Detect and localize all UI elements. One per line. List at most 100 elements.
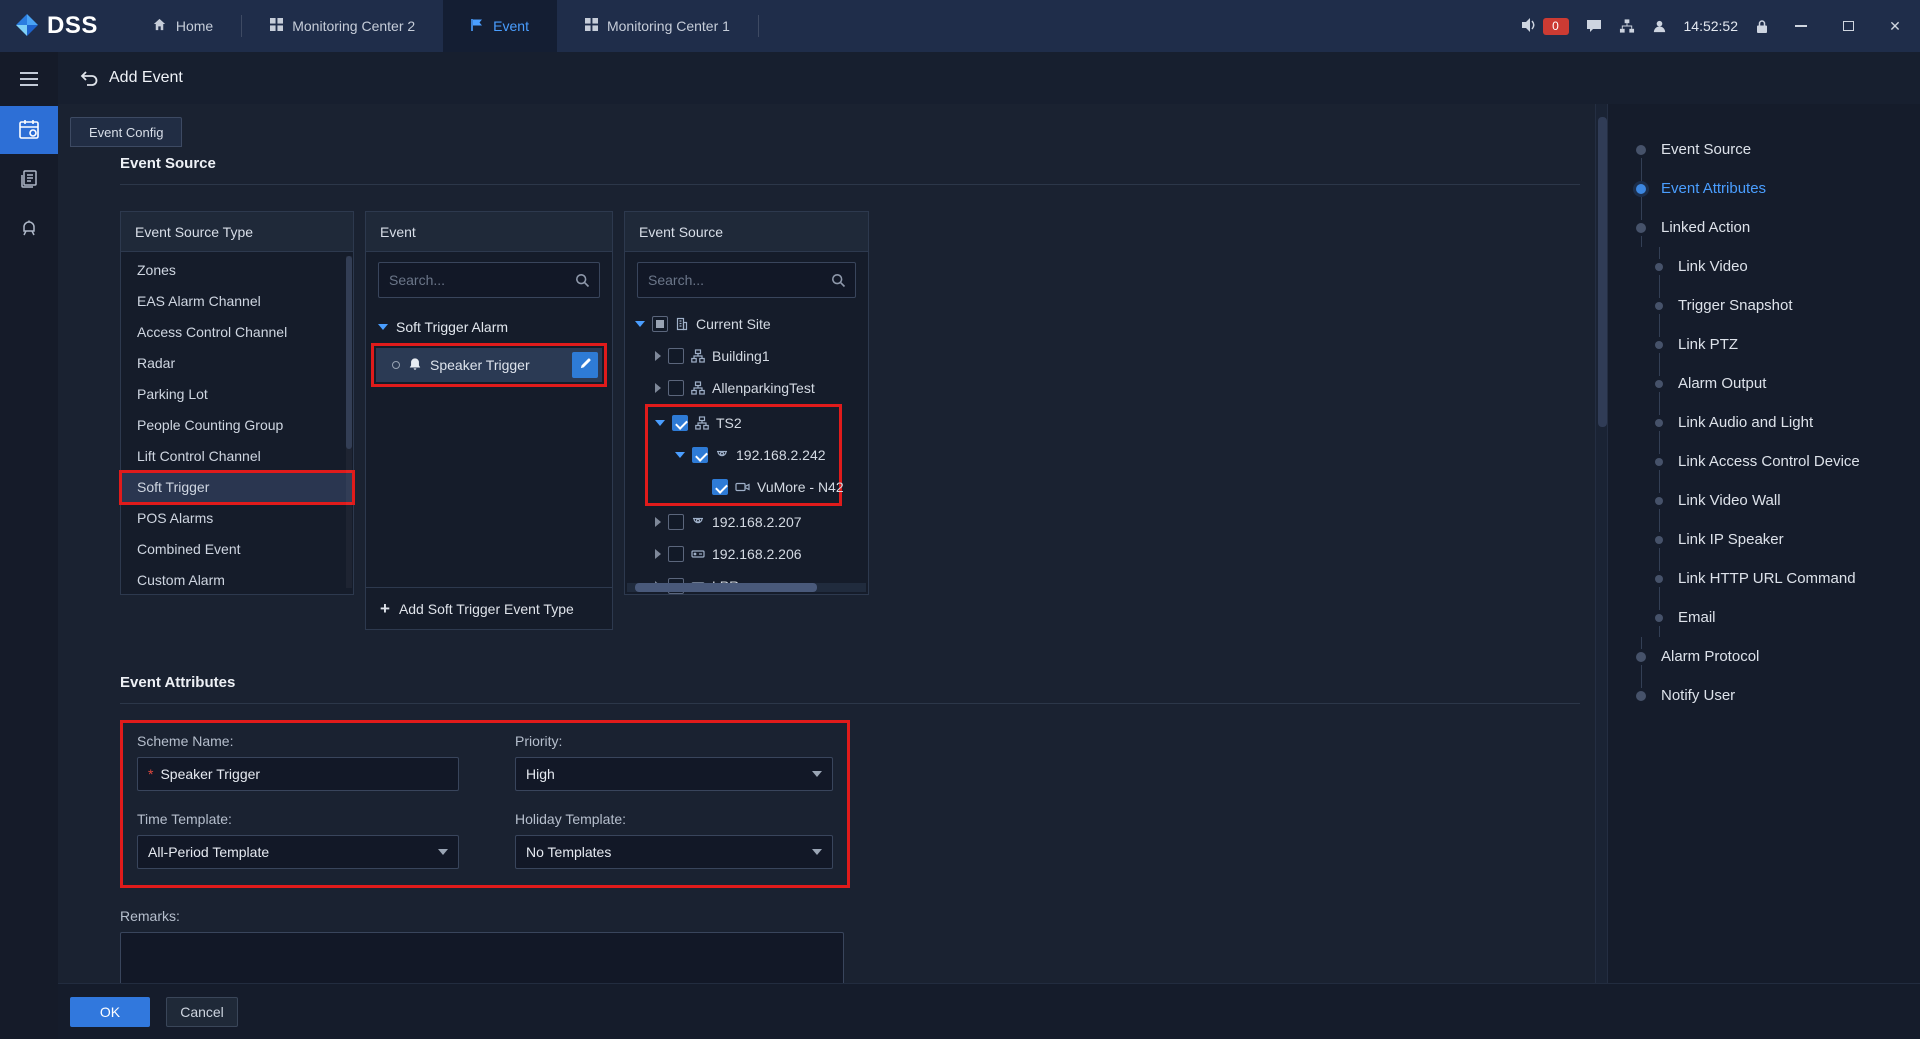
anchor-item-link-audio-and-light[interactable]: Link Audio and Light <box>1608 403 1920 442</box>
sidebar-item-event-config[interactable] <box>0 106 58 154</box>
anchor-item-link-ptz[interactable]: Link PTZ <box>1608 325 1920 364</box>
anchor-item-event-attributes[interactable]: Event Attributes <box>1608 169 1920 208</box>
sidebar-item-alarm-controller[interactable] <box>0 206 58 254</box>
edit-event-button[interactable] <box>572 352 598 378</box>
user-icon[interactable] <box>1652 19 1667 34</box>
priority-select[interactable]: High <box>515 757 833 791</box>
tree-row-vumore-n42[interactable]: VuMore - N42 <box>648 471 839 503</box>
source-search-input[interactable] <box>637 262 856 298</box>
priority-label: Priority: <box>515 733 833 749</box>
expand-arrow-icon[interactable] <box>635 321 645 327</box>
anchor-item-alarm-output[interactable]: Alarm Output <box>1608 364 1920 403</box>
sitemap-icon[interactable] <box>1619 18 1635 34</box>
checkbox-unchecked[interactable] <box>668 546 684 562</box>
tab-monitoring-center-2[interactable]: Monitoring Center 2 <box>242 0 443 52</box>
collapse-arrow-icon[interactable] <box>655 351 661 361</box>
anchor-item-link-ip-speaker[interactable]: Link IP Speaker <box>1608 520 1920 559</box>
time-template-select[interactable]: All-Period Template <box>137 835 459 869</box>
close-button[interactable]: ✕ <box>1880 0 1910 52</box>
source-type-item-access-control-channel[interactable]: Access Control Channel <box>121 317 353 348</box>
volume-button[interactable]: 0 <box>1520 17 1569 36</box>
tree-row-current-site[interactable]: Current Site <box>625 308 868 340</box>
checkbox-checked[interactable] <box>712 479 728 495</box>
tree-row-192-168-2-206[interactable]: 192.168.2.206 <box>625 538 868 570</box>
checkbox-unchecked[interactable] <box>668 348 684 364</box>
ok-button[interactable]: OK <box>70 997 150 1027</box>
checkbox-unchecked[interactable] <box>668 514 684 530</box>
add-soft-trigger-event-type-button[interactable]: + Add Soft Trigger Event Type <box>366 587 612 629</box>
tree-group-soft-trigger-alarm[interactable]: Soft Trigger Alarm <box>366 312 612 342</box>
source-type-item-zones[interactable]: Zones <box>121 255 353 286</box>
tree-row-allenparkingtest[interactable]: AllenparkingTest <box>625 372 868 404</box>
remarks-textarea[interactable] <box>120 932 844 983</box>
grid-icon <box>585 18 598 34</box>
source-type-item-people-counting-group[interactable]: People Counting Group <box>121 410 353 441</box>
source-type-item-custom-alarm[interactable]: Custom Alarm <box>121 565 353 596</box>
anchor-item-link-video[interactable]: Link Video <box>1608 247 1920 286</box>
holiday-template-select[interactable]: No Templates <box>515 835 833 869</box>
org-icon <box>691 349 705 363</box>
scrollbar-thumb[interactable] <box>635 583 817 592</box>
annotation-box-device-selection: TS2 192.168.2.242 <box>645 404 842 506</box>
selected-value: All-Period Template <box>148 844 269 860</box>
anchor-dot-icon <box>1636 145 1646 155</box>
source-type-item-lift-control-channel[interactable]: Lift Control Channel <box>121 441 353 472</box>
remarks-field: Remarks: <box>120 908 1580 983</box>
anchor-item-link-http-url-command[interactable]: Link HTTP URL Command <box>1608 559 1920 598</box>
checkbox-checked[interactable] <box>672 415 688 431</box>
message-icon[interactable] <box>1586 18 1602 34</box>
source-type-item-eas-alarm-channel[interactable]: EAS Alarm Channel <box>121 286 353 317</box>
maximize-button[interactable] <box>1833 0 1863 52</box>
minimize-button[interactable] <box>1786 0 1816 52</box>
tab-event-config[interactable]: Event Config <box>70 117 182 147</box>
checkbox-unchecked[interactable] <box>668 380 684 396</box>
anchor-item-alarm-protocol[interactable]: Alarm Protocol <box>1608 637 1920 676</box>
top-bar: DSS Home Monitoring Center 2 Event <box>0 0 1920 52</box>
tab-home[interactable]: Home <box>124 0 241 52</box>
expand-arrow-icon[interactable] <box>378 324 388 330</box>
scrollbar-thumb[interactable] <box>1598 117 1607 427</box>
scheme-name-input[interactable] <box>160 766 448 782</box>
collapse-arrow-icon[interactable] <box>655 549 661 559</box>
source-type-item-soft-trigger[interactable]: Soft Trigger <box>121 472 353 503</box>
anchor-item-link-access-control-device[interactable]: Link Access Control Device <box>1608 442 1920 481</box>
expand-arrow-icon[interactable] <box>675 452 685 458</box>
source-type-item-pos-alarms[interactable]: POS Alarms <box>121 503 353 534</box>
checkbox-partial[interactable] <box>652 316 668 332</box>
anchor-item-email[interactable]: Email <box>1608 598 1920 637</box>
tab-event[interactable]: Event <box>443 0 557 52</box>
anchor-item-trigger-snapshot[interactable]: Trigger Snapshot <box>1608 286 1920 325</box>
checkbox-checked[interactable] <box>692 447 708 463</box>
event-search-input[interactable] <box>378 262 600 298</box>
sidebar-item-records[interactable] <box>0 156 58 204</box>
tree-item-speaker-trigger[interactable]: Speaker Trigger <box>376 348 602 382</box>
panel-scrollbar[interactable] <box>346 256 352 588</box>
menu-toggle-button[interactable] <box>0 62 58 96</box>
anchor-item-link-video-wall[interactable]: Link Video Wall <box>1608 481 1920 520</box>
tree-row-192-168-2-242[interactable]: 192.168.2.242 <box>648 439 839 471</box>
source-type-item-combined-event[interactable]: Combined Event <box>121 534 353 565</box>
source-type-item-parking-lot[interactable]: Parking Lot <box>121 379 353 410</box>
collapse-arrow-icon[interactable] <box>655 517 661 527</box>
remarks-label: Remarks: <box>120 908 1580 924</box>
vertical-scrollbar[interactable] <box>1595 104 1608 983</box>
lock-icon[interactable] <box>1755 19 1769 34</box>
footer-action-bar: OK Cancel <box>58 983 1920 1039</box>
search-icon <box>575 273 590 291</box>
search-icon <box>831 273 846 291</box>
horizontal-scrollbar[interactable] <box>627 583 866 592</box>
back-button[interactable] <box>80 70 98 87</box>
tree-row-building1[interactable]: Building1 <box>625 340 868 372</box>
source-type-item-radar[interactable]: Radar <box>121 348 353 379</box>
collapse-arrow-icon[interactable] <box>655 383 661 393</box>
expand-arrow-icon[interactable] <box>655 420 665 426</box>
tree-row-192-168-2-207[interactable]: 192.168.2.207 <box>625 506 868 538</box>
anchor-item-notify-user[interactable]: Notify User <box>1608 676 1920 715</box>
tree-row-ts2[interactable]: TS2 <box>648 407 839 439</box>
scrollbar-thumb[interactable] <box>346 256 352 449</box>
anchor-item-linked-action[interactable]: Linked Action <box>1608 208 1920 247</box>
anchor-item-event-source[interactable]: Event Source <box>1608 130 1920 169</box>
tab-monitoring-center-1[interactable]: Monitoring Center 1 <box>557 0 758 52</box>
event-flag-icon <box>471 18 484 35</box>
cancel-button[interactable]: Cancel <box>166 997 238 1027</box>
